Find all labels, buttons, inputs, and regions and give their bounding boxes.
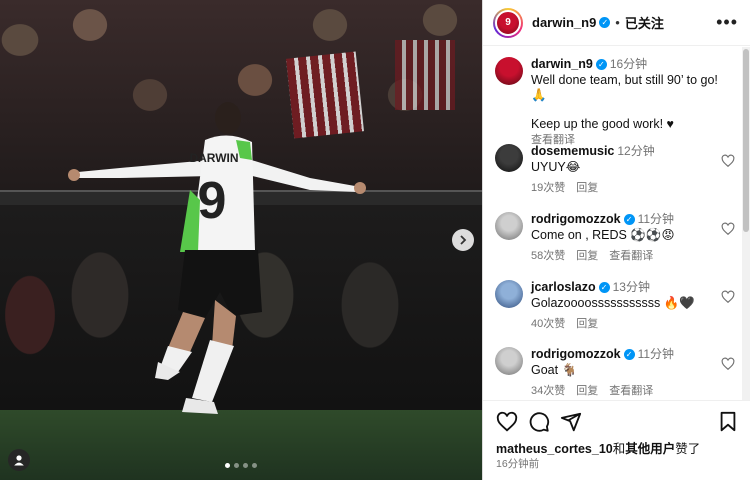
comment-item: dosememusic 12分钟 UYUY😂 19次赞 回复 <box>495 144 735 196</box>
author-username[interactable]: darwin_n9 <box>532 15 596 30</box>
commenter-avatar[interactable] <box>495 280 523 308</box>
player-figure: DARWIN 9 <box>68 102 366 414</box>
heart-icon[interactable] <box>721 290 735 304</box>
commenter-avatar[interactable] <box>495 144 523 172</box>
more-horizontal-icon[interactable]: ••• <box>716 12 738 33</box>
comment-username[interactable]: rodrigomozzok <box>531 347 621 361</box>
comment-username[interactable]: jcarloslazo <box>531 280 596 294</box>
action-icons <box>496 411 741 433</box>
commenter-avatar[interactable] <box>495 347 523 375</box>
chevron-right-icon <box>460 235 467 245</box>
caption-text-line2: Keep up the good work! ♥ <box>531 117 674 131</box>
comment-text: Come on , REDS ⚽⚽😡 <box>531 228 675 242</box>
comment-item: jcarloslazo ✓ 13分钟 Golazoooosssssssssss 🔥🖤… <box>495 280 735 332</box>
carousel-dot <box>252 463 257 468</box>
verified-badge-icon: ✓ <box>623 214 635 226</box>
comment-time: 13分钟 <box>612 280 650 294</box>
translate-link[interactable]: 查看翻译 <box>609 250 653 262</box>
comment-time: 12分钟 <box>617 144 655 158</box>
reply-button[interactable]: 回复 <box>576 182 598 194</box>
comment-item: rodrigomozzok ✓ 11分钟 Goat 🐐 34次赞 回复 查看翻译 <box>495 347 735 399</box>
liked-by-mid: 和 <box>612 442 626 456</box>
comment-text: Goat 🐐 <box>531 363 578 377</box>
caption: darwin_n9 ✓ 16分钟 Well done team, but still… <box>495 57 735 148</box>
comment-likes[interactable]: 40次赞 <box>531 318 565 330</box>
verified-badge-icon: ✓ <box>598 282 610 294</box>
comment-bubble-icon[interactable] <box>528 411 550 433</box>
liked-by-end: 赞了 <box>675 442 701 456</box>
heart-icon[interactable] <box>721 154 735 168</box>
header-separator: • <box>615 15 620 30</box>
carousel-dot <box>243 463 248 468</box>
follow-status-button[interactable]: 已关注 <box>625 13 664 32</box>
comment-item: rodrigomozzok ✓ 11分钟 Come on , REDS ⚽⚽😡 58… <box>495 212 735 264</box>
post-side-panel: 9 darwin_n9 ✓ • 已关注 ••• darwin_n9 ✓ 16分钟 W… <box>482 0 750 480</box>
translate-link[interactable]: 查看翻译 <box>609 385 653 397</box>
carousel-dot <box>234 463 239 468</box>
comment-text: UYUY😂 <box>531 160 581 174</box>
instagram-post-view: DARWIN 9 9 darwin_n9 ✓ • 已关注 ••• darwin_… <box>0 0 750 480</box>
liked-by-others[interactable]: 其他用户 <box>625 442 675 456</box>
verified-badge-icon: ✓ <box>623 349 635 361</box>
caption-username[interactable]: darwin_n9 <box>531 57 593 71</box>
reply-button[interactable]: 回复 <box>576 318 598 330</box>
next-image-button[interactable] <box>452 229 474 251</box>
post-photo[interactable]: DARWIN 9 <box>0 0 482 480</box>
reply-button[interactable]: 回复 <box>576 385 598 397</box>
comment-username[interactable]: dosememusic <box>531 144 614 158</box>
comments-list[interactable]: darwin_n9 ✓ 16分钟 Well done team, but still… <box>483 47 741 400</box>
comments-scrollbar[interactable] <box>742 47 750 400</box>
share-send-icon[interactable] <box>560 411 582 433</box>
caption-time: 16分钟 <box>609 57 648 71</box>
commenter-avatar[interactable] <box>495 212 523 240</box>
comment-time: 11分钟 <box>637 212 675 226</box>
post-timestamp: 16分钟前 <box>496 458 540 470</box>
carousel-dot <box>225 463 230 468</box>
author-avatar[interactable]: 9 <box>493 7 523 38</box>
scrollbar-thumb[interactable] <box>743 49 749 232</box>
verified-badge-icon: ✓ <box>595 59 607 71</box>
jersey-number: 9 <box>198 172 227 230</box>
comment-username[interactable]: rodrigomozzok <box>531 212 621 226</box>
caption-avatar[interactable] <box>495 57 523 85</box>
carousel-indicator <box>0 463 482 468</box>
comment-text: Golazoooosssssssssss 🔥🖤 <box>531 296 695 310</box>
comment-time: 11分钟 <box>637 347 675 361</box>
reply-button[interactable]: 回复 <box>576 250 598 262</box>
comment-likes[interactable]: 58次赞 <box>531 250 565 262</box>
like-heart-icon[interactable] <box>496 411 518 433</box>
heart-icon[interactable] <box>721 357 735 371</box>
bookmark-icon[interactable] <box>718 411 738 433</box>
post-actions: matheus_cortes_10和其他用户赞了 16分钟前 <box>483 400 750 480</box>
comment-likes[interactable]: 34次赞 <box>531 385 565 397</box>
jersey-name: DARWIN <box>189 151 238 165</box>
comment-likes[interactable]: 19次赞 <box>531 182 565 194</box>
post-header: 9 darwin_n9 ✓ • 已关注 ••• <box>483 0 750 46</box>
liked-by-line: matheus_cortes_10和其他用户赞了 <box>496 438 700 457</box>
liked-by-username[interactable]: matheus_cortes_10 <box>496 442 613 456</box>
heart-icon[interactable] <box>721 222 735 236</box>
caption-text-line1: Well done team, but still 90’ to go! 🙏 <box>531 73 718 102</box>
verified-badge-icon: ✓ <box>599 17 611 28</box>
